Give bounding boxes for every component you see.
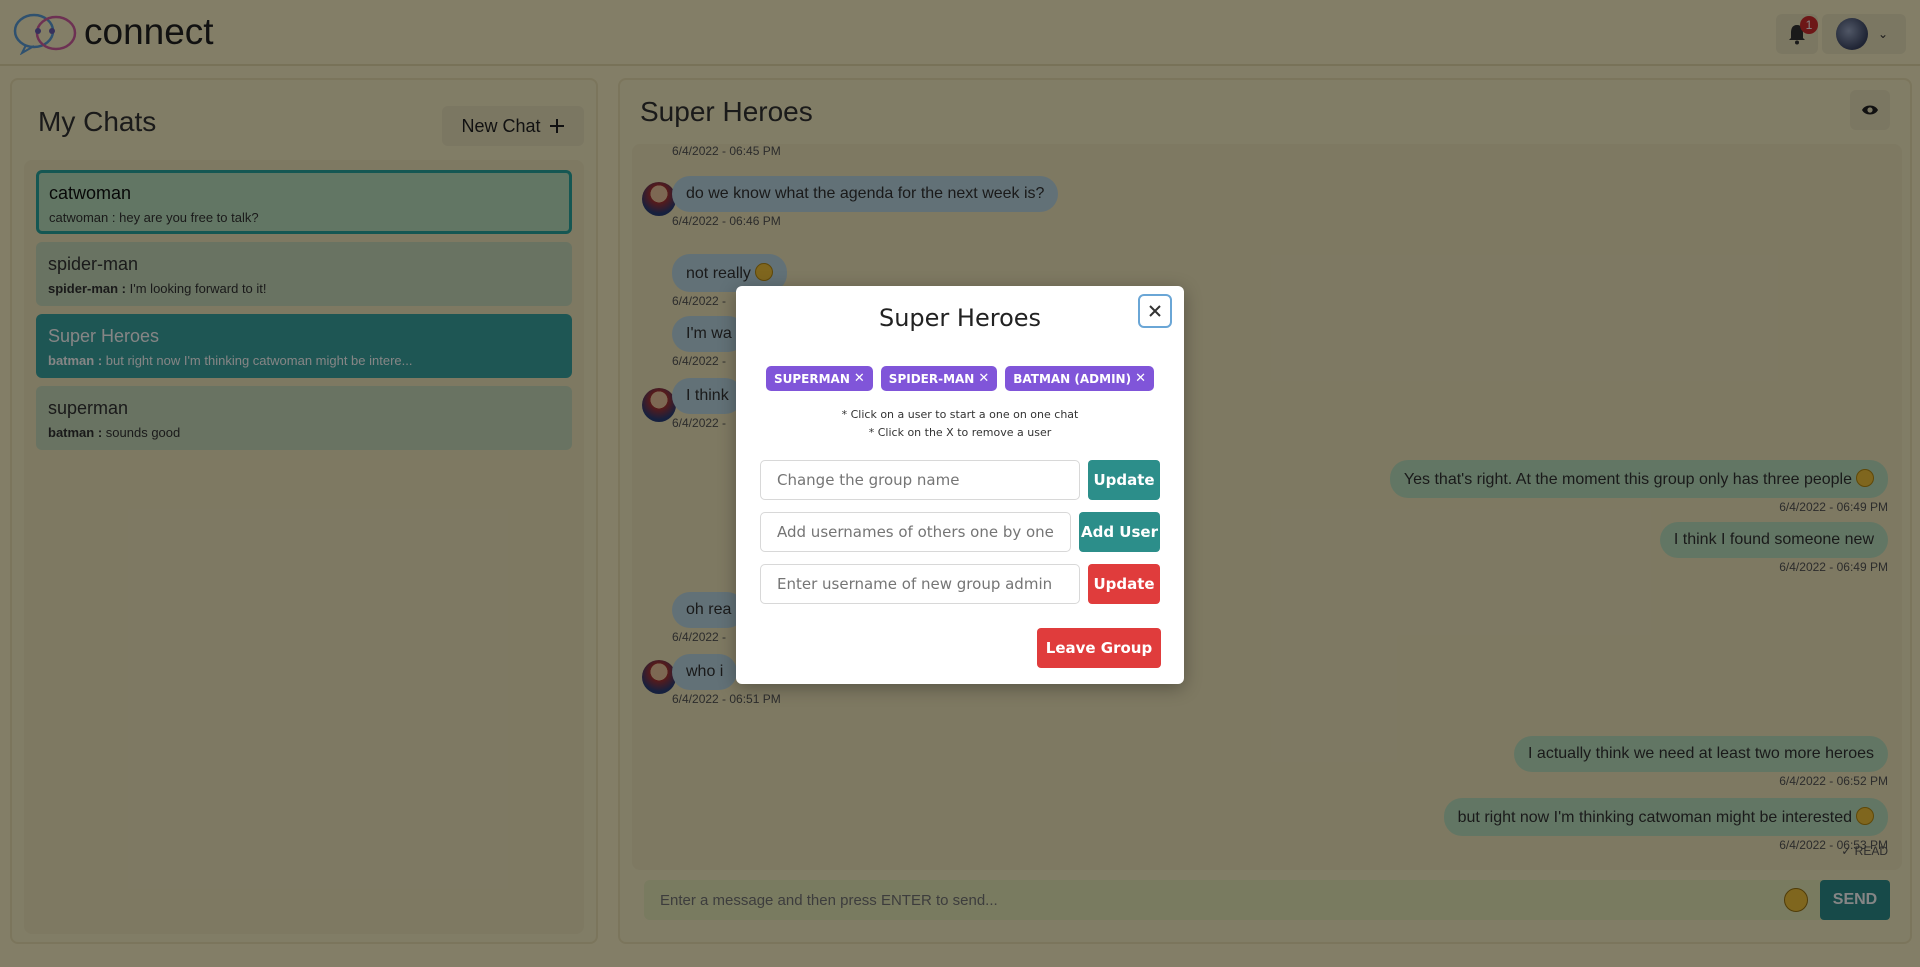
update-name-button[interactable]: Update (1088, 460, 1160, 500)
close-button[interactable] (1138, 294, 1172, 328)
new-admin-input[interactable] (760, 564, 1080, 604)
add-user-button[interactable]: Add User (1079, 512, 1160, 552)
remove-member-icon[interactable]: ✕ (854, 371, 865, 386)
group-settings-modal: Super Heroes SUPERMAN ✕ SPIDER-MAN ✕ BAT… (736, 286, 1184, 684)
modal-title: Super Heroes (878, 304, 1042, 332)
remove-member-icon[interactable]: ✕ (1135, 371, 1146, 386)
member-tag-label: SUPERMAN (774, 371, 850, 386)
member-tag[interactable]: BATMAN (ADMIN) ✕ (1005, 366, 1154, 391)
rename-group-row: Update (760, 460, 1160, 500)
update-admin-button[interactable]: Update (1088, 564, 1160, 604)
member-tag-label: BATMAN (ADMIN) (1013, 371, 1132, 386)
change-admin-row: Update (760, 564, 1160, 604)
leave-group-button[interactable]: Leave Group (1037, 628, 1161, 668)
hint-line: * Click on the X to remove a user (868, 426, 1052, 439)
group-name-input[interactable] (760, 460, 1080, 500)
member-tag-label: SPIDER-MAN (888, 371, 975, 386)
hint-line: * Click on a user to start a one on one … (841, 408, 1079, 421)
member-tags: SUPERMAN ✕ SPIDER-MAN ✕ BATMAN (ADMIN) ✕ (736, 366, 1184, 391)
modal-hint: * Click on a user to start a one on one … (736, 406, 1184, 442)
member-tag[interactable]: SUPERMAN ✕ (766, 366, 873, 391)
add-user-input[interactable] (760, 512, 1071, 552)
member-tag[interactable]: SPIDER-MAN ✕ (880, 366, 998, 391)
add-user-row: Add User (760, 512, 1160, 552)
remove-member-icon[interactable]: ✕ (978, 371, 989, 386)
close-icon (1149, 305, 1161, 317)
